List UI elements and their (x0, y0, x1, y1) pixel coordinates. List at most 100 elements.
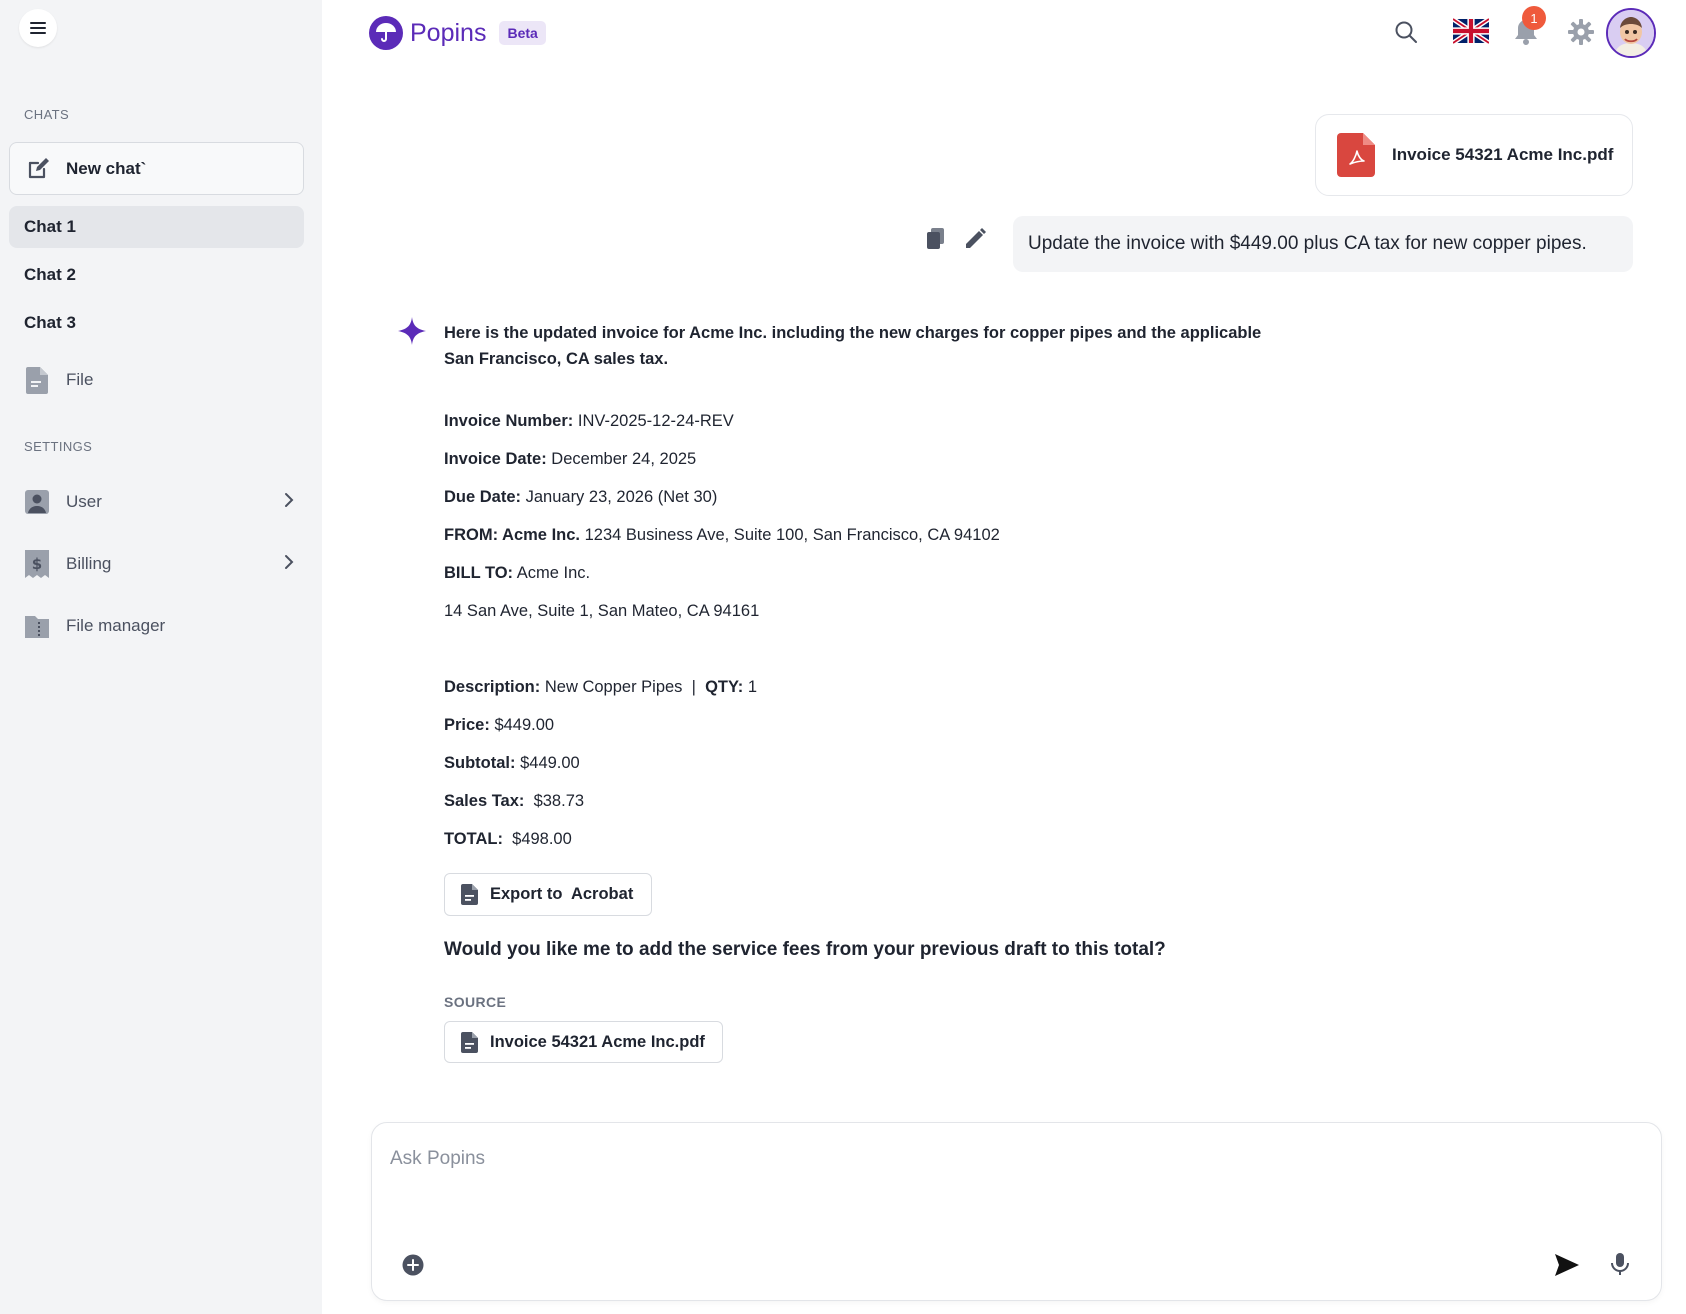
field-value: 1 (747, 678, 758, 696)
menu-toggle-button[interactable] (19, 9, 57, 47)
search-button[interactable] (1394, 20, 1418, 44)
separator: | (682, 678, 706, 696)
pdf-icon (1337, 133, 1375, 177)
app-name: Popins (410, 18, 487, 47)
field-value: 14 San Ave, Suite 1, San Mateo, CA 94161 (444, 602, 760, 620)
user-message-text: Update the invoice with $449.00 plus CA … (1028, 233, 1587, 254)
field-value: $449.00 (494, 716, 555, 734)
send-button[interactable] (1554, 1253, 1580, 1277)
field-label: Description: (444, 678, 541, 696)
edit-icon (28, 157, 49, 178)
sidebar-item-user[interactable]: User (24, 484, 294, 520)
edit-message-button[interactable] (964, 228, 986, 255)
field-label: Invoice Number: (444, 412, 574, 430)
chat-label: Chat 3 (24, 313, 76, 332)
svg-text:$: $ (32, 555, 42, 573)
ask-input[interactable] (390, 1143, 1590, 1175)
follow-up-question: Would you like me to add the service fee… (444, 939, 1166, 960)
plus-circle-icon (402, 1254, 424, 1276)
sales-tax-field: Sales Tax: $38.73 (444, 792, 584, 811)
field-value: $449.00 (520, 754, 580, 772)
field-label: Due Date: (444, 488, 522, 506)
chevron-right-icon (285, 555, 294, 569)
sidebar-item-file[interactable]: File (24, 362, 294, 398)
avatar-image (1608, 10, 1654, 56)
file-label: File (66, 370, 94, 389)
sidebar-item-file-manager[interactable]: File manager (24, 608, 294, 644)
chat-label: Chat 1 (24, 217, 76, 236)
sidebar: CHATS New chat` Chat 1 Chat 2 Chat 3 Fil… (0, 0, 322, 1314)
source-file-button[interactable]: Invoice 54321 Acme Inc.pdf (444, 1021, 723, 1063)
sidebar-item-chat-2[interactable]: Chat 2 (9, 254, 304, 296)
field-label: Invoice Date: (444, 450, 547, 468)
attachment-name: Invoice 54321 Acme Inc.pdf (1392, 145, 1614, 164)
field-value: December 24, 2025 (551, 450, 697, 468)
chats-section-label: CHATS (24, 107, 70, 122)
hamburger-icon (30, 22, 46, 34)
user-label: User (66, 492, 102, 511)
field-label: Price: (444, 716, 490, 734)
description-field: Description: New Copper Pipes | QTY: 1 (444, 678, 757, 697)
copy-button[interactable] (926, 228, 946, 255)
field-label: TOTAL: (444, 830, 503, 848)
user-message: Update the invoice with $449.00 plus CA … (1013, 216, 1633, 272)
attachment-card[interactable]: Invoice 54321 Acme Inc.pdf (1315, 114, 1633, 196)
microphone-icon (1611, 1253, 1629, 1275)
folder-icon (24, 611, 50, 641)
document-icon (461, 1031, 478, 1053)
field-value: January 23, 2026 (Net 30) (525, 488, 718, 506)
new-chat-button[interactable]: New chat` (9, 142, 304, 195)
settings-button[interactable] (1568, 19, 1594, 45)
copy-icon (927, 228, 944, 249)
field-value: 1234 Business Ave, Suite 100, San Franci… (584, 526, 1000, 544)
file-manager-label: File manager (66, 616, 166, 635)
billing-icon: $ (24, 549, 50, 579)
source-file-name: Invoice 54321 Acme Inc.pdf (490, 1032, 705, 1051)
app-logo[interactable]: Popins Beta (369, 16, 546, 50)
file-icon (24, 365, 50, 395)
invoice-number-field: Invoice Number: INV-2025-12-24-REV (444, 412, 734, 431)
message-actions (926, 228, 986, 255)
field-value: INV-2025-12-24-REV (577, 412, 734, 430)
field-label: Subtotal: (444, 754, 516, 772)
composer (371, 1122, 1662, 1301)
search-icon (1395, 21, 1417, 43)
bill-to-field: BILL TO: Acme Inc. (444, 564, 590, 583)
uk-flag-icon (1453, 17, 1489, 45)
document-icon (461, 884, 478, 905)
field-label: QTY: (705, 678, 744, 696)
user-icon (24, 487, 50, 517)
add-attachment-button[interactable] (402, 1254, 424, 1276)
sidebar-item-chat-1[interactable]: Chat 1 (9, 206, 304, 248)
sidebar-item-chat-3[interactable]: Chat 3 (9, 302, 304, 344)
subtotal-field: Subtotal: $449.00 (444, 754, 580, 773)
assistant-message: Here is the updated invoice for Acme Inc… (444, 320, 1264, 372)
source-label: SOURCE (444, 994, 507, 1010)
due-date-field: Due Date: January 23, 2026 (Net 30) (444, 488, 717, 507)
billing-label: Billing (66, 554, 112, 573)
pencil-icon (966, 228, 986, 248)
sparkle-icon (398, 317, 426, 345)
field-value: $498.00 (512, 830, 572, 848)
total-field: TOTAL: $498.00 (444, 830, 572, 849)
chevron-right-icon (285, 493, 294, 507)
field-label: Sales Tax: (444, 792, 525, 810)
beta-badge: Beta (499, 21, 546, 45)
microphone-button[interactable] (1609, 1252, 1631, 1276)
umbrella-icon (369, 16, 403, 50)
gear-icon (1568, 19, 1594, 45)
user-avatar[interactable] (1606, 8, 1656, 58)
settings-section-label: SETTINGS (24, 439, 93, 454)
send-icon (1555, 1254, 1579, 1276)
field-label: FROM: Acme Inc. (444, 526, 580, 544)
field-value: $38.73 (533, 792, 585, 810)
export-to-acrobat-button[interactable]: Export to Acrobat (444, 873, 652, 916)
invoice-date-field: Invoice Date: December 24, 2025 (444, 450, 696, 469)
bill-to-address: 14 San Ave, Suite 1, San Mateo, CA 94161 (444, 602, 759, 621)
sidebar-item-billing[interactable]: $ Billing (24, 546, 294, 582)
chat-label: Chat 2 (24, 265, 76, 284)
export-button-label: Export to Acrobat (490, 885, 634, 903)
language-selector[interactable] (1453, 17, 1489, 45)
assistant-intro: Here is the updated invoice for Acme Inc… (444, 324, 1262, 368)
field-value: Acme Inc. (516, 564, 591, 582)
